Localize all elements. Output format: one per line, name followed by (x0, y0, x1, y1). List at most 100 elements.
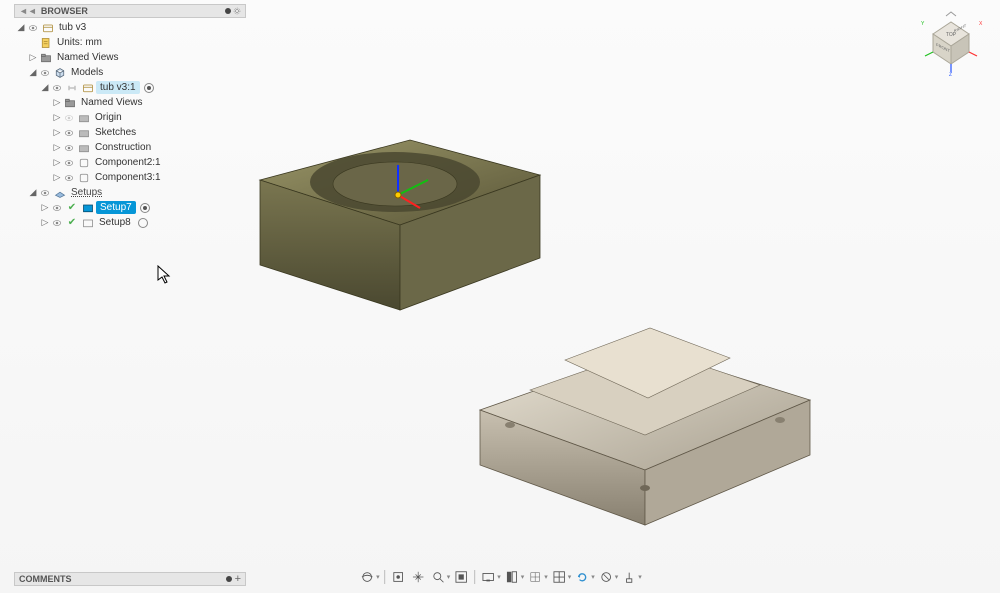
tree-label: Sketches (92, 127, 139, 138)
dropdown-icon[interactable]: ▾ (568, 573, 572, 581)
visibility-icon[interactable] (50, 218, 64, 228)
visibility-icon[interactable] (62, 158, 76, 168)
refresh-icon[interactable] (573, 568, 591, 586)
folder-icon (38, 52, 54, 64)
tree-label: Construction (92, 142, 154, 153)
browser-options-dot[interactable] (225, 8, 231, 14)
separator (384, 570, 385, 584)
chevron-down-icon[interactable]: ◢ (16, 22, 26, 33)
svg-text:Y: Y (921, 21, 925, 27)
tree-root[interactable]: ◢ tub v3 (14, 20, 246, 35)
dropdown-icon[interactable]: ▾ (376, 573, 380, 581)
comments-title: COMMENTS (19, 574, 224, 584)
link-icon (64, 82, 80, 94)
component-icon (40, 22, 56, 34)
dropdown-icon[interactable]: ▾ (497, 573, 501, 581)
tree-setup7[interactable]: ▷ ✔ Setup7 (14, 200, 246, 215)
body-icon (76, 157, 92, 169)
body-icon (76, 172, 92, 184)
dropdown-icon[interactable]: ▾ (591, 573, 595, 581)
look-at-icon[interactable] (389, 568, 407, 586)
browser-title: BROWSER (41, 6, 223, 16)
comments-options-dot[interactable] (226, 576, 232, 582)
chevron-right-icon[interactable]: ▷ (52, 157, 62, 168)
visibility-off-icon[interactable] (62, 113, 76, 123)
setups-icon (52, 187, 68, 199)
active-radio[interactable] (138, 218, 148, 228)
chevron-right-icon[interactable]: ▷ (40, 202, 50, 213)
visibility-icon[interactable] (62, 143, 76, 153)
chevron-down-icon[interactable]: ◢ (28, 187, 38, 198)
visual-style-icon[interactable] (503, 568, 521, 586)
browser-header[interactable]: ◄◄ BROWSER (14, 4, 246, 18)
tree-label: Component3:1 (92, 172, 164, 183)
visibility-icon[interactable] (50, 83, 64, 93)
view-cube[interactable]: TOP FRONT RIGHT X Y Z (918, 10, 984, 76)
tree-model-instance[interactable]: ◢ tub v3:1 (14, 80, 246, 95)
tree-setup8[interactable]: ▷ ✔ Setup8 (14, 215, 246, 230)
comments-panel-header[interactable]: COMMENTS + (14, 572, 246, 586)
folder-icon (62, 97, 78, 109)
expand-icon[interactable]: + (235, 573, 241, 585)
chevron-right-icon[interactable]: ▷ (52, 142, 62, 153)
panel-collapse-icon[interactable]: ◄◄ (19, 6, 37, 16)
folder-icon (76, 127, 92, 139)
grid-snap-icon[interactable] (526, 568, 544, 586)
tree-named-views-2[interactable]: ▷ Named Views (14, 95, 246, 110)
tree-label: Setups (68, 187, 105, 198)
tree-models[interactable]: ◢ Models (14, 65, 246, 80)
visibility-icon[interactable] (38, 188, 52, 198)
chevron-right-icon[interactable]: ▷ (52, 112, 62, 123)
chevron-right-icon[interactable]: ▷ (52, 172, 62, 183)
tree-label: Models (68, 67, 106, 78)
zoom-icon[interactable] (429, 568, 447, 586)
chevron-right-icon[interactable]: ▷ (40, 217, 50, 228)
folder-icon (76, 112, 92, 124)
object-visibility-icon[interactable] (620, 568, 638, 586)
visibility-icon[interactable] (26, 23, 40, 33)
folder-icon (76, 142, 92, 154)
svg-text:X: X (979, 21, 983, 27)
chevron-right-icon[interactable]: ▷ (52, 97, 62, 108)
tree-origin[interactable]: ▷ Origin (14, 110, 246, 125)
visibility-icon[interactable] (62, 173, 76, 183)
tree-component3[interactable]: ▷ Component3:1 (14, 170, 246, 185)
setup-icon (80, 217, 96, 229)
effects-icon[interactable] (597, 568, 615, 586)
active-radio[interactable] (144, 83, 154, 93)
tree-component2[interactable]: ▷ Component2:1 (14, 155, 246, 170)
dropdown-icon[interactable]: ▾ (521, 573, 525, 581)
model-part-core[interactable] (470, 290, 820, 540)
tree-named-views[interactable]: ▷ Named Views (14, 50, 246, 65)
visibility-icon[interactable] (38, 68, 52, 78)
viewports-icon[interactable] (550, 568, 568, 586)
orbit-icon[interactable] (358, 568, 376, 586)
tree-construction[interactable]: ▷ Construction (14, 140, 246, 155)
pan-icon[interactable] (409, 568, 427, 586)
chevron-down-icon[interactable]: ◢ (28, 67, 38, 78)
tree-sketches[interactable]: ▷ Sketches (14, 125, 246, 140)
active-radio[interactable] (140, 203, 150, 213)
display-settings-icon[interactable] (479, 568, 497, 586)
tree-units[interactable]: Units: mm (14, 35, 246, 50)
dropdown-icon[interactable]: ▾ (544, 573, 548, 581)
tree-setups[interactable]: ◢ Setups (14, 185, 246, 200)
visibility-icon[interactable] (62, 128, 76, 138)
visibility-icon[interactable] (50, 203, 64, 213)
setup-icon (80, 202, 96, 214)
chevron-right-icon[interactable]: ▷ (52, 127, 62, 138)
fit-icon[interactable] (452, 568, 470, 586)
browser-gear-icon[interactable] (233, 7, 241, 15)
chevron-down-icon[interactable]: ◢ (40, 82, 50, 93)
svg-text:Z: Z (949, 72, 952, 76)
tree-label: Setup7 (96, 201, 136, 214)
dropdown-icon[interactable]: ▾ (447, 573, 451, 581)
tree-label: tub v3:1 (96, 81, 140, 94)
dropdown-icon[interactable]: ▾ (615, 573, 619, 581)
tree-label: Units: mm (54, 37, 105, 48)
tree-label: Component2:1 (92, 157, 164, 168)
dropdown-icon[interactable]: ▾ (638, 573, 642, 581)
chevron-right-icon[interactable]: ▷ (28, 52, 38, 63)
tree-label: Named Views (54, 52, 122, 63)
browser-tree: ◢ tub v3 Units: mm ▷ Named Views ◢ Model… (14, 18, 246, 230)
